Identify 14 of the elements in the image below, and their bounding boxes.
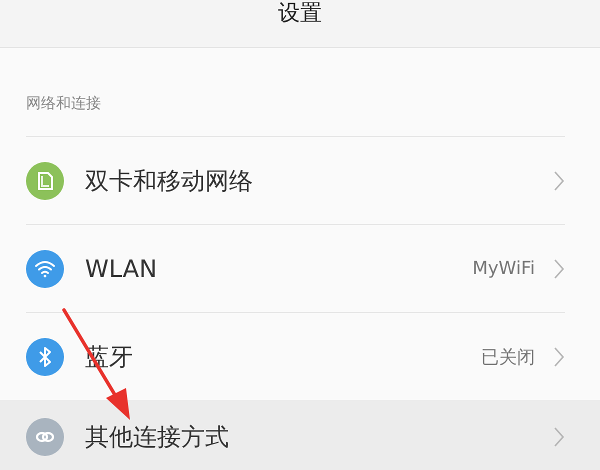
item-label: 双卡和移动网络 (85, 166, 254, 196)
item-value: MyWiFi (472, 258, 535, 279)
chevron-icon (553, 346, 565, 368)
page-title: 设置 (278, 0, 322, 28)
chevron-icon (553, 258, 565, 280)
settings-item[interactable]: 双卡和移动网络 (0, 136, 600, 224)
settings-item[interactable]: 其他连接方式 (0, 400, 600, 470)
chevron-icon (553, 170, 565, 192)
item-value: 已关闭 (481, 346, 535, 368)
item-label: WLAN (85, 254, 158, 282)
item-label: 其他连接方式 (85, 422, 230, 452)
section-title: 网络和连接 (25, 93, 102, 114)
settings-item[interactable]: WLAN MyWiFi (0, 224, 600, 312)
chevron-icon (553, 426, 565, 448)
